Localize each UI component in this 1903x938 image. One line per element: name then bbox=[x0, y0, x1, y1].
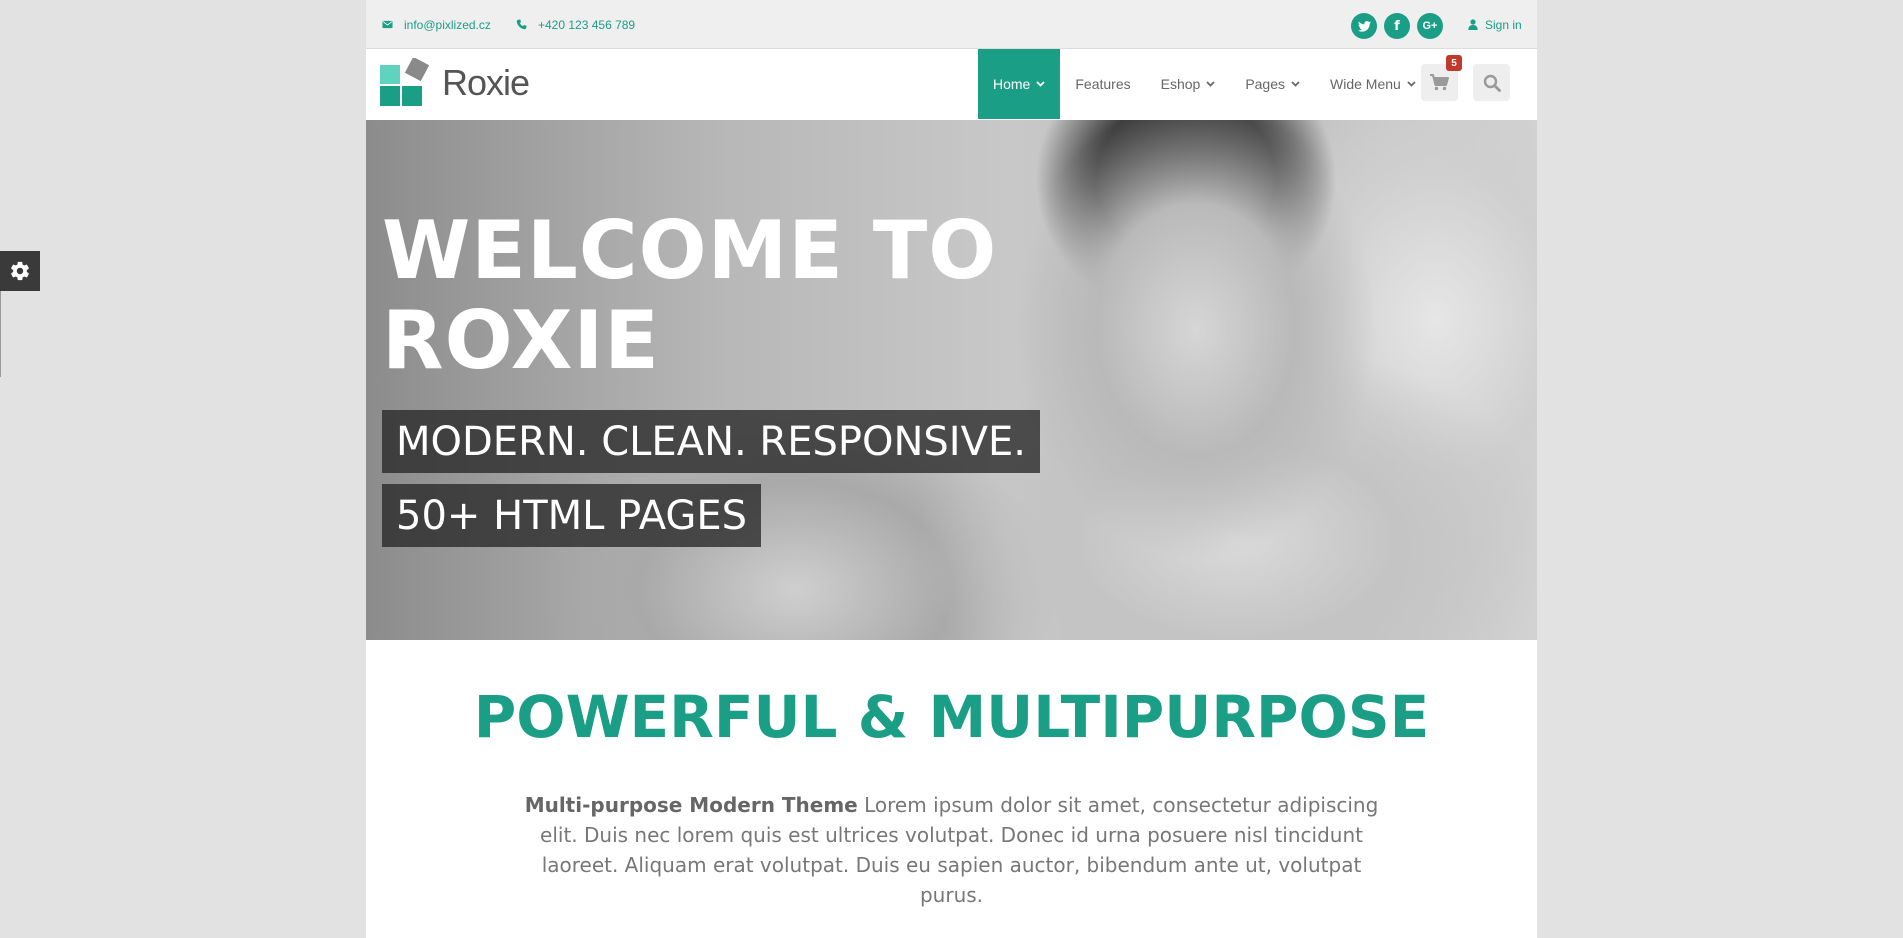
twitter-icon bbox=[1357, 20, 1371, 32]
hero-title: WELCOME TO ROXIE bbox=[382, 206, 997, 386]
page-container: info@pixlized.cz +420 123 456 789 f G+ S… bbox=[366, 0, 1537, 938]
nav-item-label: Eshop bbox=[1160, 76, 1201, 92]
contact-phone-text: +420 123 456 789 bbox=[538, 17, 636, 32]
facebook-link[interactable]: f bbox=[1384, 13, 1410, 39]
twitter-link[interactable] bbox=[1351, 13, 1377, 39]
logo-mark bbox=[380, 58, 430, 106]
contact-phone[interactable]: +420 123 456 789 bbox=[516, 0, 635, 49]
nav-item-wide-menu[interactable]: Wide Menu bbox=[1315, 49, 1431, 119]
hero-title-line-2: ROXIE bbox=[382, 294, 660, 387]
cart-count-badge: 5 bbox=[1446, 55, 1462, 71]
sign-in-link[interactable]: Sign in bbox=[1468, 0, 1522, 49]
envelope-icon bbox=[382, 20, 393, 29]
chevron-down-icon bbox=[1036, 81, 1045, 87]
top-bar: info@pixlized.cz +420 123 456 789 f G+ S… bbox=[366, 0, 1537, 49]
nav-item-label: Wide Menu bbox=[1330, 76, 1401, 92]
brand-logo[interactable]: Roxie bbox=[380, 57, 530, 109]
settings-toggle[interactable] bbox=[0, 251, 40, 291]
main-navbar: Roxie Home Features Eshop Pages Wide Men… bbox=[366, 49, 1537, 119]
google-plus-icon: G+ bbox=[1422, 20, 1438, 32]
nav-item-home[interactable]: Home bbox=[978, 49, 1061, 119]
nav-item-label: Pages bbox=[1245, 76, 1286, 92]
section-title: POWERFUL & MULTIPURPOSE bbox=[473, 683, 1430, 751]
nav-item-pages[interactable]: Pages bbox=[1230, 49, 1315, 119]
chevron-down-icon bbox=[1206, 81, 1215, 87]
gear-icon bbox=[11, 261, 29, 281]
main-menu: Home Features Eshop Pages Wide Menu bbox=[978, 49, 1431, 119]
contact-email-text: info@pixlized.cz bbox=[404, 17, 491, 32]
shopping-cart-icon bbox=[1430, 74, 1449, 91]
section-description: Multi-purpose Modern Theme Lorem ipsum d… bbox=[511, 790, 1392, 910]
section-lead: Multi-purpose Modern Theme bbox=[524, 793, 858, 817]
search-icon bbox=[1483, 74, 1501, 92]
phone-icon bbox=[516, 19, 527, 30]
user-icon bbox=[1468, 19, 1478, 30]
sign-in-label: Sign in bbox=[1485, 17, 1522, 32]
google-plus-link[interactable]: G+ bbox=[1417, 13, 1443, 39]
nav-item-features[interactable]: Features bbox=[1060, 49, 1145, 119]
nav-item-label: Features bbox=[1075, 76, 1131, 92]
nav-item-eshop[interactable]: Eshop bbox=[1146, 49, 1231, 119]
hero-tagline-1: MODERN. CLEAN. RESPONSIVE. bbox=[382, 410, 1040, 473]
nav-item-label: Home bbox=[993, 76, 1031, 92]
settings-panel-edge bbox=[0, 291, 1, 377]
search-button[interactable] bbox=[1473, 64, 1510, 101]
contact-email[interactable]: info@pixlized.cz bbox=[382, 0, 491, 49]
hero-tagline-2: 50+ HTML PAGES bbox=[382, 484, 762, 547]
facebook-icon: f bbox=[1394, 18, 1400, 34]
hero-title-line-1: WELCOME TO bbox=[382, 204, 998, 297]
chevron-down-icon bbox=[1291, 81, 1300, 87]
chevron-down-icon bbox=[1407, 81, 1416, 87]
hero-banner: WELCOME TO ROXIE MODERN. CLEAN. RESPONSI… bbox=[366, 120, 1537, 640]
brand-name: Roxie bbox=[442, 62, 530, 103]
